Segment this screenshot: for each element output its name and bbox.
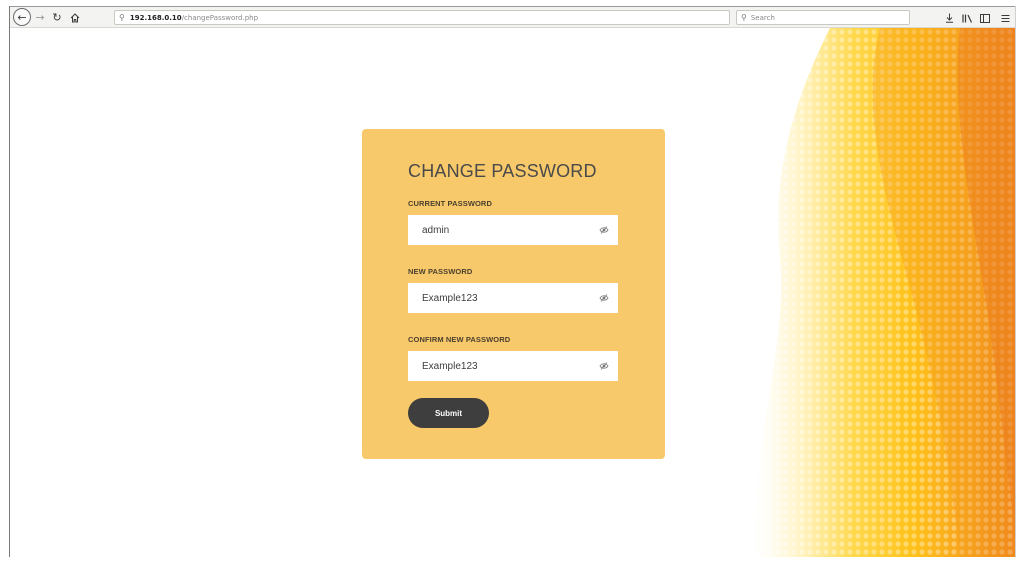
submit-button[interactable]: Submit	[408, 398, 489, 428]
current-password-field	[408, 215, 618, 245]
search-input[interactable]: ⚲ Search	[736, 10, 910, 25]
search-icon: ⚲	[741, 13, 747, 22]
current-password-label: CURRENT PASSWORD	[408, 199, 492, 208]
new-password-label: NEW PASSWORD	[408, 267, 473, 276]
halftone-background-decoration	[710, 28, 1015, 557]
toggle-visibility-icon[interactable]	[599, 293, 609, 303]
change-password-card: CHANGE PASSWORD CURRENT PASSWORD NEW PAS…	[362, 129, 665, 459]
page-title: CHANGE PASSWORD	[408, 161, 597, 181]
browser-window: ← → ↻ ⚲ 192.168.0.10 /changePassword.php…	[9, 6, 1016, 557]
sidebar-icon[interactable]	[979, 11, 991, 25]
url-host: 192.168.0.10	[129, 13, 182, 22]
browser-toolbar: ← → ↻ ⚲ 192.168.0.10 /changePassword.php…	[10, 6, 1015, 28]
toggle-visibility-icon[interactable]	[599, 225, 609, 235]
confirm-password-field	[408, 351, 618, 381]
reload-icon[interactable]: ↻	[51, 9, 63, 26]
url-bar[interactable]: ⚲ 192.168.0.10 /changePassword.php	[114, 10, 730, 25]
confirm-password-input[interactable]	[408, 360, 578, 372]
toggle-visibility-icon[interactable]	[599, 361, 609, 371]
confirm-password-label: CONFIRM NEW PASSWORD	[408, 335, 511, 344]
home-icon[interactable]	[68, 9, 82, 26]
url-search-icon: ⚲	[119, 13, 125, 22]
url-path: /changePassword.php	[181, 13, 259, 22]
download-icon[interactable]	[944, 11, 954, 25]
forward-icon[interactable]: →	[34, 9, 46, 26]
search-placeholder: Search	[750, 13, 775, 22]
new-password-input[interactable]	[408, 292, 578, 304]
library-icon[interactable]	[961, 11, 973, 25]
menu-icon[interactable]	[999, 11, 1011, 25]
back-icon[interactable]: ←	[13, 8, 31, 26]
current-password-input[interactable]	[408, 224, 578, 236]
new-password-field	[408, 283, 618, 313]
page-content: CHANGE PASSWORD CURRENT PASSWORD NEW PAS…	[10, 28, 1015, 557]
